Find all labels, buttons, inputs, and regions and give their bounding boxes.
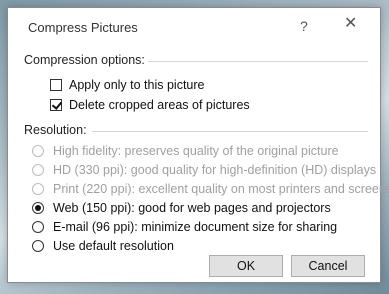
section-divider — [148, 61, 368, 62]
radio-label: HD (330 ppi): good quality for high-defi… — [53, 163, 377, 177]
checkbox-label: Apply only to this picture — [69, 78, 205, 92]
cancel-button[interactable]: Cancel — [291, 255, 365, 277]
question-mark-icon[interactable]: ? — [300, 19, 308, 33]
checkbox-label: Delete cropped areas of pictures — [69, 98, 250, 112]
radio-label: Web (150 ppi): good for web pages and pr… — [53, 201, 331, 215]
radio-button — [32, 145, 44, 157]
radio-label: High fidelity: preserves quality of the … — [53, 144, 339, 158]
radio-default-resolution[interactable]: Use default resolution — [32, 238, 174, 254]
radio-button — [32, 164, 44, 176]
radio-web-150[interactable]: Web (150 ppi): good for web pages and pr… — [32, 200, 331, 216]
ok-button[interactable]: OK — [209, 255, 283, 277]
apply-only-this-picture-checkbox[interactable]: Apply only to this picture — [50, 77, 205, 93]
title-bar: Compress Pictures ? ✕ — [8, 8, 380, 44]
checkbox-checked[interactable] — [50, 99, 62, 111]
dialog-title: Compress Pictures — [28, 20, 138, 35]
radio-high-fidelity: High fidelity: preserves quality of the … — [32, 143, 339, 159]
radio-button-selected[interactable] — [32, 202, 44, 214]
radio-button — [32, 183, 44, 195]
compress-pictures-dialog: Compress Pictures ? ✕ Compression option… — [7, 7, 389, 283]
radio-button[interactable] — [32, 240, 44, 252]
radio-button[interactable] — [32, 221, 44, 233]
radio-label: Print (220 ppi): excellent quality on mo… — [53, 182, 389, 196]
resolution-label: Resolution: — [24, 123, 87, 137]
close-icon[interactable]: ✕ — [344, 16, 357, 32]
checkbox-unchecked[interactable] — [50, 79, 62, 91]
delete-cropped-areas-checkbox[interactable]: Delete cropped areas of pictures — [50, 97, 250, 113]
radio-email-96[interactable]: E-mail (96 ppi): minimize document size … — [32, 219, 337, 235]
radio-label: E-mail (96 ppi): minimize document size … — [53, 220, 338, 234]
radio-label: Use default resolution — [53, 239, 174, 253]
compression-options-label: Compression options: — [24, 53, 145, 67]
section-divider — [92, 131, 368, 132]
radio-hd-330: HD (330 ppi): good quality for high-defi… — [32, 162, 376, 178]
radio-print-220: Print (220 ppi): excellent quality on mo… — [32, 181, 389, 197]
